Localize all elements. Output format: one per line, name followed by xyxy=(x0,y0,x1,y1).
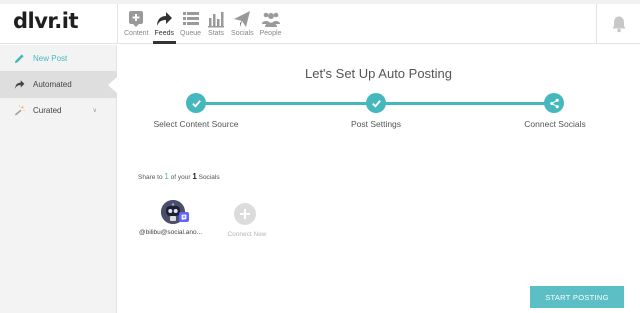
list-icon xyxy=(182,12,199,25)
sidebar-item-curated[interactable]: Curated ∨ xyxy=(0,97,117,124)
selected-count: 1 xyxy=(164,172,169,181)
total-count: 1 xyxy=(192,172,197,181)
page-title: Let's Set Up Auto Posting xyxy=(304,66,453,81)
sidebar-item-label: New Post xyxy=(33,54,68,63)
step-3-current xyxy=(544,93,564,113)
sidebar-item-automated[interactable]: Automated xyxy=(0,71,117,98)
nav-label: People xyxy=(259,30,282,37)
nav-people[interactable]: People xyxy=(259,4,282,44)
nav-label: Feeds xyxy=(154,30,174,37)
plus-square-icon xyxy=(129,11,144,27)
step-2-complete xyxy=(366,93,386,113)
nav-label: Queue xyxy=(180,30,202,37)
share-arrow-icon xyxy=(15,80,25,89)
step-label: Post Settings xyxy=(350,119,402,129)
main-nav: Content Feeds Queue Stats Socials People xyxy=(124,4,287,44)
pencil-icon xyxy=(14,54,24,64)
chevron-down-icon: ∨ xyxy=(92,108,97,114)
bar-chart-icon xyxy=(208,12,225,28)
sidebar-item-new-post[interactable]: New Post xyxy=(0,45,117,72)
check-icon xyxy=(371,99,381,108)
plus-icon xyxy=(240,209,250,219)
bell-icon xyxy=(612,16,625,33)
step-1-complete xyxy=(186,93,206,113)
start-posting-button[interactable]: START POSTING xyxy=(530,286,624,308)
nav-queue[interactable]: Queue xyxy=(180,4,201,44)
app-logo[interactable]: dlvr.it xyxy=(13,9,79,33)
notifications-button[interactable] xyxy=(596,4,640,44)
sidebar-item-label: Automated xyxy=(33,80,72,89)
social-account-handle: @bilibu@social.ano... xyxy=(139,229,203,236)
connect-new-button[interactable] xyxy=(234,203,256,225)
share-middle: of your xyxy=(170,174,191,181)
connect-new-label[interactable]: Connect New xyxy=(222,231,272,238)
header: dlvr.it Content Feeds Queue Stats Social… xyxy=(0,4,640,44)
share-summary: Share to 1 of your 1 Socials xyxy=(138,172,220,181)
share-prefix: Share to xyxy=(138,174,163,181)
sidebar-item-label: Curated xyxy=(33,106,62,115)
nav-feeds[interactable]: Feeds xyxy=(152,4,177,44)
nav-content[interactable]: Content xyxy=(124,4,149,44)
active-indicator xyxy=(108,77,117,93)
share-suffix: Socials xyxy=(198,174,220,181)
people-icon xyxy=(261,12,280,27)
nav-label: Socials xyxy=(231,30,254,37)
nav-label: Stats xyxy=(208,30,224,37)
divider xyxy=(117,4,118,44)
nav-label: Content xyxy=(124,30,149,37)
step-label: Select Content Source xyxy=(153,119,239,129)
check-icon xyxy=(191,99,201,108)
mastodon-icon xyxy=(179,212,189,222)
share-icon xyxy=(549,98,559,108)
step-label: Connect Socials xyxy=(524,119,586,129)
nav-socials[interactable]: Socials xyxy=(231,4,254,44)
share-arrow-icon xyxy=(157,12,173,26)
magic-wand-icon xyxy=(14,105,25,116)
sidebar: New Post Automated Curated ∨ xyxy=(0,45,117,313)
paper-plane-icon xyxy=(234,11,251,27)
nav-stats[interactable]: Stats xyxy=(207,4,225,44)
